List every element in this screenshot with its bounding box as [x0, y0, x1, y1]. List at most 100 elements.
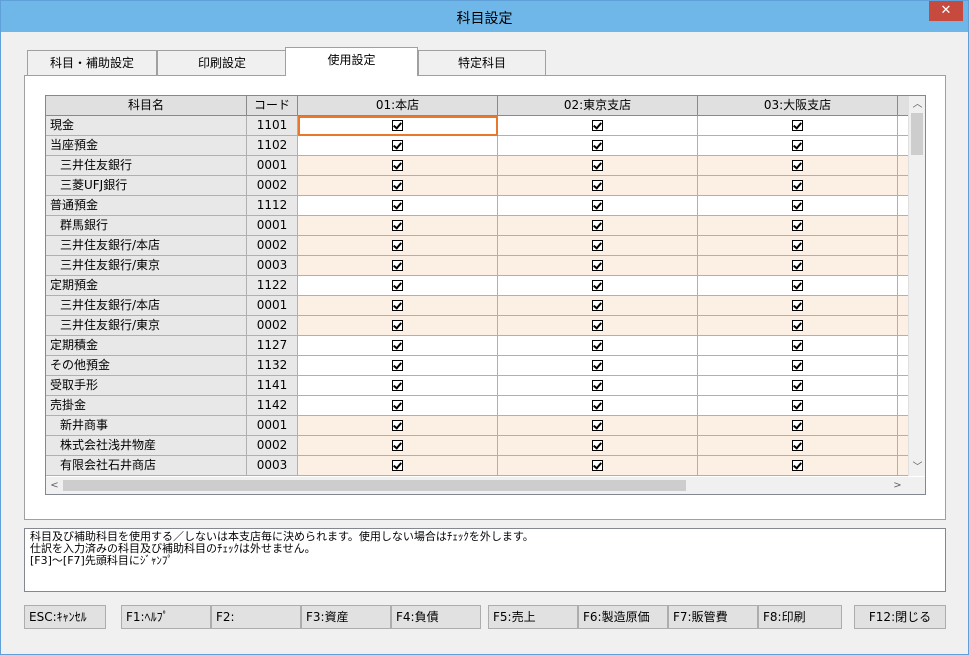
esc-cancel-button[interactable]: ESC:ｷｬﾝｾﾙ [24, 605, 106, 629]
account-code-cell[interactable]: 0001 [247, 216, 298, 236]
branch-2-usage-cell[interactable] [498, 436, 698, 456]
account-code-cell[interactable]: 1142 [247, 396, 298, 416]
account-name-cell[interactable]: 群馬銀行 [46, 216, 247, 236]
checkbox-checked-icon[interactable] [792, 180, 803, 191]
tab-usage[interactable]: 使用設定 [285, 47, 418, 76]
branch-2-usage-cell[interactable] [498, 236, 698, 256]
branch-3-usage-cell[interactable] [698, 336, 898, 356]
checkbox-checked-icon[interactable] [392, 120, 403, 131]
branch-2-usage-cell[interactable] [498, 456, 698, 476]
branch-1-usage-cell[interactable] [298, 416, 498, 436]
branch-3-usage-cell[interactable] [698, 276, 898, 296]
account-name-cell[interactable]: 三菱UFJ銀行 [46, 176, 247, 196]
account-name-cell[interactable]: 売掛金 [46, 396, 247, 416]
account-code-cell[interactable]: 1141 [247, 376, 298, 396]
branch-2-usage-cell[interactable] [498, 196, 698, 216]
account-code-cell[interactable]: 0003 [247, 456, 298, 476]
branch-2-usage-cell[interactable] [498, 356, 698, 376]
branch-1-usage-cell[interactable] [298, 376, 498, 396]
branch-3-usage-cell[interactable] [698, 376, 898, 396]
f1-help-button[interactable]: F1:ﾍﾙﾌﾟ [121, 605, 211, 629]
scroll-up-icon[interactable]: ︿ [909, 96, 925, 113]
f6-manufacturing-cost-button[interactable]: F6:製造原価 [578, 605, 668, 629]
header-branch-03[interactable]: 03:大阪支店 [698, 96, 898, 116]
checkbox-checked-icon[interactable] [592, 260, 603, 271]
checkbox-checked-icon[interactable] [592, 120, 603, 131]
checkbox-checked-icon[interactable] [592, 360, 603, 371]
f12-close-button[interactable]: F12:閉じる [854, 605, 946, 629]
branch-2-usage-cell[interactable] [498, 296, 698, 316]
checkbox-checked-icon[interactable] [792, 120, 803, 131]
checkbox-checked-icon[interactable] [592, 340, 603, 351]
tab-account-sub[interactable]: 科目・補助設定 [27, 50, 157, 75]
account-code-cell[interactable]: 1112 [247, 196, 298, 216]
checkbox-checked-icon[interactable] [792, 240, 803, 251]
branch-2-usage-cell[interactable] [498, 336, 698, 356]
branch-1-usage-cell[interactable] [298, 216, 498, 236]
branch-3-usage-cell[interactable] [698, 296, 898, 316]
scroll-right-icon[interactable]: > [889, 477, 906, 494]
branch-3-usage-cell[interactable] [698, 416, 898, 436]
branch-1-usage-cell[interactable] [298, 456, 498, 476]
branch-3-usage-cell[interactable] [698, 136, 898, 156]
checkbox-checked-icon[interactable] [392, 380, 403, 391]
branch-1-usage-cell[interactable] [298, 356, 498, 376]
checkbox-checked-icon[interactable] [792, 220, 803, 231]
branch-1-usage-cell[interactable] [298, 236, 498, 256]
checkbox-checked-icon[interactable] [392, 460, 403, 471]
account-code-cell[interactable]: 1101 [247, 116, 298, 136]
branch-3-usage-cell[interactable] [698, 316, 898, 336]
checkbox-checked-icon[interactable] [592, 240, 603, 251]
account-name-cell[interactable]: 三井住友銀行/東京 [46, 256, 247, 276]
branch-1-usage-cell[interactable] [298, 116, 498, 136]
checkbox-checked-icon[interactable] [792, 200, 803, 211]
branch-2-usage-cell[interactable] [498, 276, 698, 296]
account-code-cell[interactable]: 0001 [247, 416, 298, 436]
checkbox-checked-icon[interactable] [592, 380, 603, 391]
branch-1-usage-cell[interactable] [298, 176, 498, 196]
vertical-scroll-thumb[interactable] [911, 113, 923, 155]
checkbox-checked-icon[interactable] [792, 260, 803, 271]
checkbox-checked-icon[interactable] [792, 360, 803, 371]
account-name-cell[interactable]: 三井住友銀行/本店 [46, 236, 247, 256]
f2-button[interactable]: F2: [211, 605, 301, 629]
checkbox-checked-icon[interactable] [792, 160, 803, 171]
checkbox-checked-icon[interactable] [592, 320, 603, 331]
branch-2-usage-cell[interactable] [498, 136, 698, 156]
checkbox-checked-icon[interactable] [592, 420, 603, 431]
account-name-cell[interactable]: 現金 [46, 116, 247, 136]
branch-2-usage-cell[interactable] [498, 176, 698, 196]
checkbox-checked-icon[interactable] [792, 320, 803, 331]
horizontal-scroll-thumb[interactable] [63, 480, 686, 491]
branch-3-usage-cell[interactable] [698, 216, 898, 236]
checkbox-checked-icon[interactable] [792, 460, 803, 471]
f4-liabilities-button[interactable]: F4:負債 [391, 605, 481, 629]
branch-1-usage-cell[interactable] [298, 196, 498, 216]
checkbox-checked-icon[interactable] [392, 140, 403, 151]
account-code-cell[interactable]: 1132 [247, 356, 298, 376]
checkbox-checked-icon[interactable] [592, 200, 603, 211]
scroll-down-icon[interactable]: ﹀ [909, 459, 925, 476]
branch-1-usage-cell[interactable] [298, 336, 498, 356]
checkbox-checked-icon[interactable] [792, 340, 803, 351]
account-name-cell[interactable]: 当座預金 [46, 136, 247, 156]
account-name-cell[interactable]: 定期預金 [46, 276, 247, 296]
branch-1-usage-cell[interactable] [298, 156, 498, 176]
account-name-cell[interactable]: 普通預金 [46, 196, 247, 216]
checkbox-checked-icon[interactable] [392, 260, 403, 271]
branch-2-usage-cell[interactable] [498, 156, 698, 176]
account-code-cell[interactable]: 0002 [247, 236, 298, 256]
checkbox-checked-icon[interactable] [592, 280, 603, 291]
branch-2-usage-cell[interactable] [498, 316, 698, 336]
account-code-cell[interactable]: 0002 [247, 436, 298, 456]
f7-sga-button[interactable]: F7:販管費 [668, 605, 758, 629]
vertical-scrollbar[interactable]: ︿ ﹀ [908, 96, 925, 476]
branch-3-usage-cell[interactable] [698, 456, 898, 476]
header-branch-01[interactable]: 01:本店 [298, 96, 498, 116]
checkbox-checked-icon[interactable] [592, 220, 603, 231]
scroll-left-icon[interactable]: < [46, 477, 63, 494]
checkbox-checked-icon[interactable] [592, 400, 603, 411]
account-code-cell[interactable]: 0001 [247, 296, 298, 316]
header-name[interactable]: 科目名 [46, 96, 247, 116]
branch-3-usage-cell[interactable] [698, 436, 898, 456]
